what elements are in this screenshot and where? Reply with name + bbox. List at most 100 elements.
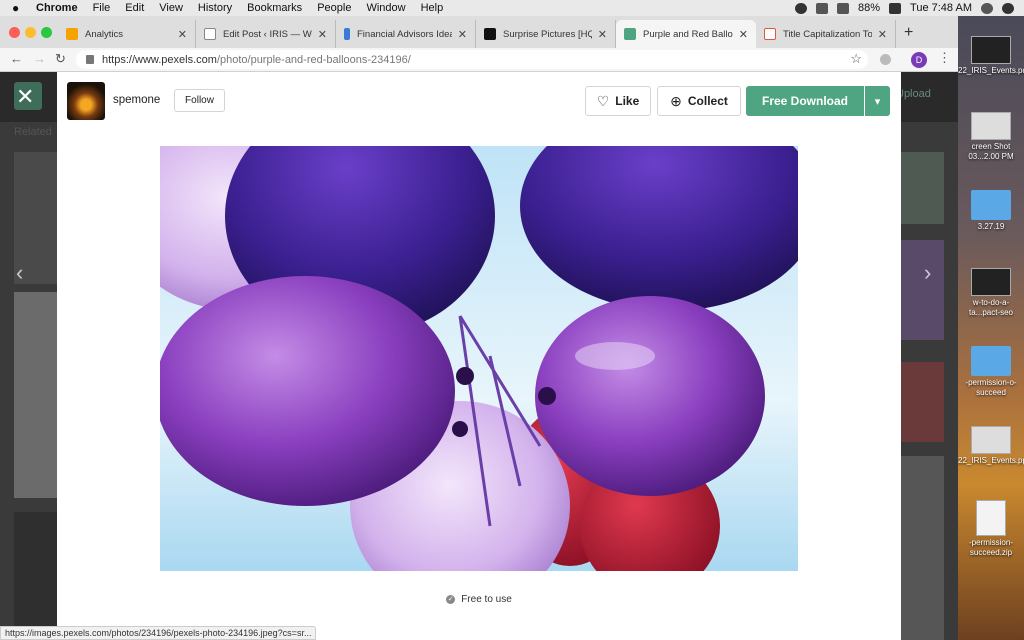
plus-circle-icon: ⊕: [670, 92, 682, 109]
desktop-file-screenshot[interactable]: creen Shot 03...2.00 PM: [958, 112, 1024, 162]
balloon-photo[interactable]: [160, 146, 798, 571]
battery-icon[interactable]: [889, 2, 902, 14]
tab-close-icon[interactable]: ✕: [739, 28, 748, 41]
tab-title: Surprise Pictures [HQ]: [503, 28, 592, 40]
mac-menubar: ● Chrome File Edit View History Bookmark…: [0, 0, 1024, 16]
notification-center-icon[interactable]: [1002, 2, 1014, 14]
tab-purple-balloons[interactable]: Purple and Red Balloon ✕: [616, 20, 756, 48]
skype-icon[interactable]: [795, 2, 807, 14]
desktop-folder-3-27-19[interactable]: 3.27.19: [958, 190, 1024, 232]
tab-close-icon[interactable]: ✕: [178, 28, 187, 41]
check-circle-icon: ✓: [446, 594, 456, 604]
menu-help[interactable]: Help: [421, 2, 444, 14]
menubar-status-area: 88% Tue 7:48 AM: [795, 0, 1024, 16]
chrome-menu-icon[interactable]: ⋮: [938, 50, 951, 66]
menu-app-chrome[interactable]: Chrome: [36, 2, 78, 14]
menu-bookmarks[interactable]: Bookmarks: [247, 2, 302, 14]
pptx-thumbnail-icon: [971, 426, 1011, 454]
menu-file[interactable]: File: [93, 2, 111, 14]
extension-icon[interactable]: [880, 54, 891, 65]
image-thumbnail-icon: [971, 268, 1011, 296]
zip-file-icon: [976, 500, 1006, 536]
menu-view[interactable]: View: [159, 2, 183, 14]
status-bar-link-preview: https://images.pexels.com/photos/234196/…: [0, 626, 317, 640]
upload-link[interactable]: Upload: [896, 88, 931, 100]
unsplash-favicon-icon: [484, 28, 496, 40]
clock[interactable]: Tue 7:48 AM: [910, 2, 972, 14]
follow-button[interactable]: Follow: [174, 89, 225, 112]
forward-arrow-icon[interactable]: →: [33, 51, 46, 66]
window-zoom-icon[interactable]: [41, 27, 52, 38]
menu-people[interactable]: People: [317, 2, 351, 14]
tab-surprise-pictures[interactable]: Surprise Pictures [HQ] ✕: [476, 20, 616, 48]
wifi-icon[interactable]: [837, 2, 849, 14]
tab-close-icon[interactable]: ✕: [878, 28, 887, 41]
previous-photo-arrow-icon[interactable]: ‹: [16, 260, 23, 286]
new-tab-icon[interactable]: +: [904, 24, 913, 42]
folder-icon: [971, 346, 1011, 376]
menu-history[interactable]: History: [198, 2, 232, 14]
desktop-file-label: creen Shot 03...2.00 PM: [968, 142, 1014, 161]
author-name[interactable]: spemone: [113, 94, 160, 106]
airplay-icon[interactable]: [816, 2, 828, 14]
desktop-file-label: -permission-o-succeed: [965, 378, 1017, 397]
related-thumbnail[interactable]: [14, 512, 57, 640]
desktop-file-label: w-to-do-a-ta...pact-seo: [968, 298, 1014, 317]
profile-avatar[interactable]: D: [911, 52, 927, 68]
desktop-file-label: 22_IRIS_Events.pptx: [958, 456, 1024, 465]
free-to-use-note: ✓ Free to use: [57, 594, 901, 605]
tab-analytics[interactable]: Analytics ✕: [58, 20, 196, 48]
reload-icon[interactable]: ↻: [55, 51, 66, 67]
tab-title: Financial Advisors Idea: [357, 28, 452, 40]
page-content: ✕ Upload Related ‹ › spemone Follow ♡ Li…: [0, 72, 958, 640]
menu-edit[interactable]: Edit: [125, 2, 144, 14]
tab-close-icon[interactable]: ✕: [598, 28, 607, 41]
menu-window[interactable]: Window: [366, 2, 405, 14]
photo-modal: spemone Follow ♡ Like ⊕ Collect Free Dow…: [57, 72, 901, 640]
download-options-chevron-icon[interactable]: ▾: [865, 86, 890, 116]
free-to-use-label: Free to use: [461, 594, 512, 605]
window-minimize-icon[interactable]: [25, 27, 36, 38]
tab-strip: Analytics ✕ Edit Post ‹ IRIS — Word ✕ Fi…: [0, 16, 958, 48]
tab-close-icon[interactable]: ✕: [458, 28, 467, 41]
apple-menu-icon[interactable]: ●: [12, 1, 26, 15]
pdf-thumbnail-icon: [971, 36, 1011, 64]
url-path: /photo/purple-and-red-balloons-234196/: [216, 53, 411, 66]
related-thumbnail[interactable]: [901, 240, 944, 340]
like-label: Like: [615, 94, 640, 108]
tab-close-icon[interactable]: ✕: [318, 28, 327, 41]
window-close-icon[interactable]: [9, 27, 20, 38]
bookmark-star-icon[interactable]: ☆: [850, 51, 862, 67]
desktop-file-pdf[interactable]: 22_IRIS_Events.pdf: [958, 36, 1024, 76]
tab-title: Analytics: [85, 28, 124, 40]
pexels-favicon-icon: [624, 28, 636, 40]
free-download-button[interactable]: Free Download: [746, 86, 864, 116]
tab-edit-post[interactable]: Edit Post ‹ IRIS — Word ✕: [196, 20, 336, 48]
address-bar[interactable]: https://www.pexels.com/photo/purple-and-…: [76, 50, 868, 69]
author-avatar[interactable]: [67, 82, 105, 120]
desktop-file-seo[interactable]: w-to-do-a-ta...pact-seo: [958, 268, 1024, 318]
tab-title-capitalization[interactable]: Title Capitalization Too ✕: [756, 20, 896, 48]
desktop-file-zip[interactable]: -permission-succeed.zip: [958, 500, 1024, 558]
desktop-folder-permission[interactable]: -permission-o-succeed: [958, 346, 1024, 398]
folder-icon: [971, 190, 1011, 220]
collect-button[interactable]: ⊕ Collect: [657, 86, 741, 116]
like-button[interactable]: ♡ Like: [585, 86, 651, 116]
desktop: 22_IRIS_Events.pdf creen Shot 03...2.00 …: [958, 16, 1024, 640]
chrome-window: Analytics ✕ Edit Post ‹ IRIS — Word ✕ Fi…: [0, 16, 958, 640]
related-thumbnail[interactable]: [901, 362, 944, 442]
related-thumbnail[interactable]: [901, 152, 944, 224]
document-favicon-icon: [204, 28, 216, 40]
siri-icon[interactable]: [981, 2, 993, 14]
balloon-photo-illustration: [160, 146, 798, 571]
tab-financial-advisors[interactable]: Financial Advisors Idea ✕: [336, 20, 476, 48]
close-modal-icon[interactable]: ✕: [16, 84, 34, 110]
tab-title: Edit Post ‹ IRIS — Word: [223, 28, 312, 40]
back-arrow-icon[interactable]: ←: [10, 51, 23, 66]
url-host: https://www.pexels.com: [102, 53, 217, 66]
collect-label: Collect: [687, 94, 728, 108]
desktop-file-pptx[interactable]: 22_IRIS_Events.pptx: [958, 426, 1024, 466]
related-thumbnail[interactable]: [14, 292, 57, 498]
related-thumbnail[interactable]: [901, 456, 944, 640]
next-photo-arrow-icon[interactable]: ›: [924, 260, 931, 286]
